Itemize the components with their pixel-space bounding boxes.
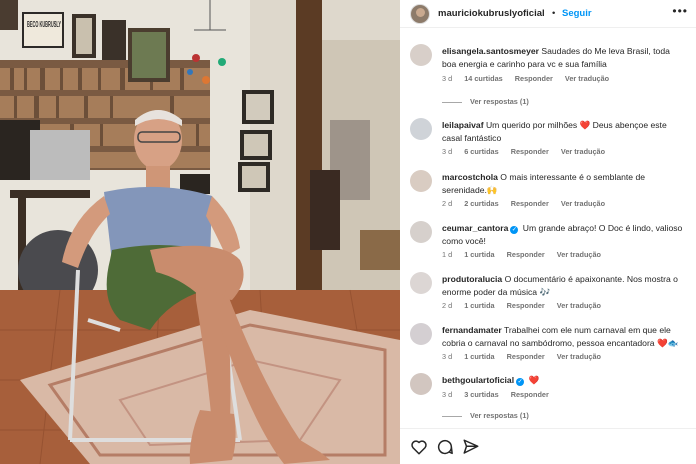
music-emoji: 🎶 — [539, 286, 551, 297]
commenter-avatar[interactable] — [410, 118, 432, 140]
ellipsis-icon[interactable]: ••• — [672, 4, 688, 18]
comment-content: Um querido por milhões — [485, 120, 578, 130]
view-replies-button[interactable]: Ver respostas (1) — [442, 97, 529, 106]
replies-divider — [442, 101, 462, 103]
view-replies-label[interactable]: Ver respostas (1) — [470, 97, 529, 106]
author-avatar[interactable] — [410, 4, 430, 24]
comment-likes[interactable]: 2 curtidas — [464, 199, 498, 208]
view-replies-button[interactable]: Ver respostas (1) — [442, 411, 529, 420]
comment-text: bethgoulartoficial ✓ ❤️ — [442, 374, 686, 387]
comments-panel: mauriciokubruslyoficial • Seguir ••• eli… — [400, 0, 696, 464]
commenter-avatar[interactable] — [410, 373, 432, 395]
commenter-avatar[interactable] — [410, 221, 432, 243]
commenter-avatar[interactable] — [410, 170, 432, 192]
commenter-avatar[interactable] — [410, 323, 432, 345]
post-image: BECO KUBRUSLY — [0, 0, 400, 464]
beco-sign: BECO KUBRUSLY — [24, 14, 62, 46]
post-photo[interactable]: BECO KUBRUSLY — [0, 0, 400, 464]
comment-text: ceumar_cantora ✓ Um grande abraço! O Doc … — [442, 222, 686, 247]
verified-badge-icon: ✓ — [510, 226, 519, 234]
view-replies-label[interactable]: Ver respostas (1) — [470, 411, 529, 420]
comment-text: fernandamater Trabalhei com ele num carn… — [442, 324, 686, 349]
reply-button[interactable]: Responder — [515, 74, 553, 83]
commenter-avatar[interactable] — [410, 44, 432, 66]
commenter-username[interactable]: ceumar_cantora — [442, 223, 508, 233]
comment-likes[interactable]: 14 curtidas — [464, 74, 503, 83]
comment-meta: 2 d 2 curtidas Responder Ver tradução — [442, 199, 615, 208]
reply-button[interactable]: Responder — [507, 250, 545, 259]
header-separator: • — [552, 8, 556, 19]
comment-likes[interactable]: 1 curtida — [464, 250, 494, 259]
translate-button[interactable]: Ver tradução — [561, 147, 605, 156]
commenter-username[interactable]: fernandamater — [442, 325, 502, 335]
comment-text: elisangela.santosmeyer Saudades do Me le… — [442, 45, 686, 70]
comment-text: marcostchola O mais interessante é o sem… — [442, 171, 686, 196]
follow-button[interactable]: Seguir — [562, 8, 592, 19]
comment-likes[interactable]: 1 curtida — [464, 352, 494, 361]
commenter-username[interactable]: leilapaivaf — [442, 120, 484, 130]
translate-button[interactable]: Ver tradução — [565, 74, 609, 83]
translate-button[interactable]: Ver tradução — [561, 199, 605, 208]
svg-text:BECO KUBRUSLY: BECO KUBRUSLY — [27, 20, 61, 29]
heart-emoji: ❤️🐟 — [656, 337, 679, 348]
translate-button[interactable]: Ver tradução — [557, 301, 601, 310]
reply-button[interactable]: Responder — [511, 147, 549, 156]
comment-likes[interactable]: 1 curtida — [464, 301, 494, 310]
heart-emoji: ❤️ — [528, 375, 540, 385]
comment-time: 1 d — [442, 250, 453, 259]
translate-button[interactable]: Ver tradução — [557, 250, 601, 259]
comment-time: 2 d — [442, 301, 453, 310]
author-username[interactable]: mauriciokubruslyoficial — [438, 8, 545, 19]
reply-button[interactable]: Responder — [511, 390, 549, 399]
comment-meta: 3 d 1 curtida Responder Ver tradução — [442, 352, 611, 361]
translate-button[interactable]: Ver tradução — [557, 352, 601, 361]
raised-hands-emoji: 🙌 — [486, 184, 498, 195]
commenter-username[interactable]: bethgoulartoficial — [442, 375, 514, 385]
commenter-username[interactable]: elisangela.santosmeyer — [442, 46, 539, 56]
comment-meta: 3 d 6 curtidas Responder Ver tradução — [442, 147, 615, 156]
comment-meta: 2 d 1 curtida Responder Ver tradução — [442, 301, 611, 310]
post-actions — [400, 428, 696, 464]
verified-badge-icon: ✓ — [516, 378, 525, 386]
comment-icon[interactable] — [436, 438, 454, 456]
post-header: mauriciokubruslyoficial • Seguir ••• — [400, 0, 696, 28]
replies-divider — [442, 415, 462, 417]
comment-time: 3 d — [442, 352, 453, 361]
heart-outline-icon[interactable] — [410, 438, 428, 456]
comment-likes[interactable]: 6 curtidas — [464, 147, 498, 156]
commenter-username[interactable]: marcostchola — [442, 172, 498, 182]
comment-text: produtoralucia O documentário é apaixona… — [442, 273, 686, 298]
comment-text: leilapaivaf Um querido por milhões ❤️ De… — [442, 119, 686, 144]
reply-button[interactable]: Responder — [507, 301, 545, 310]
comment-time: 2 d — [442, 199, 453, 208]
send-icon[interactable] — [462, 438, 480, 456]
reply-button[interactable]: Responder — [511, 199, 549, 208]
comment-meta: 3 d 3 curtidas Responder — [442, 390, 559, 399]
commenter-avatar[interactable] — [410, 272, 432, 294]
heart-emoji: ❤️ — [579, 120, 591, 130]
comment-time: 3 d — [442, 147, 453, 156]
commenter-username[interactable]: produtoralucia — [442, 274, 502, 284]
comment-likes[interactable]: 3 curtidas — [464, 390, 498, 399]
comment-time: 3 d — [442, 74, 453, 83]
comment-time: 3 d — [442, 390, 453, 399]
comment-meta: 1 d 1 curtida Responder Ver tradução — [442, 250, 611, 259]
comment-meta: 3 d 14 curtidas Responder Ver tradução — [442, 74, 619, 83]
reply-button[interactable]: Responder — [507, 352, 545, 361]
